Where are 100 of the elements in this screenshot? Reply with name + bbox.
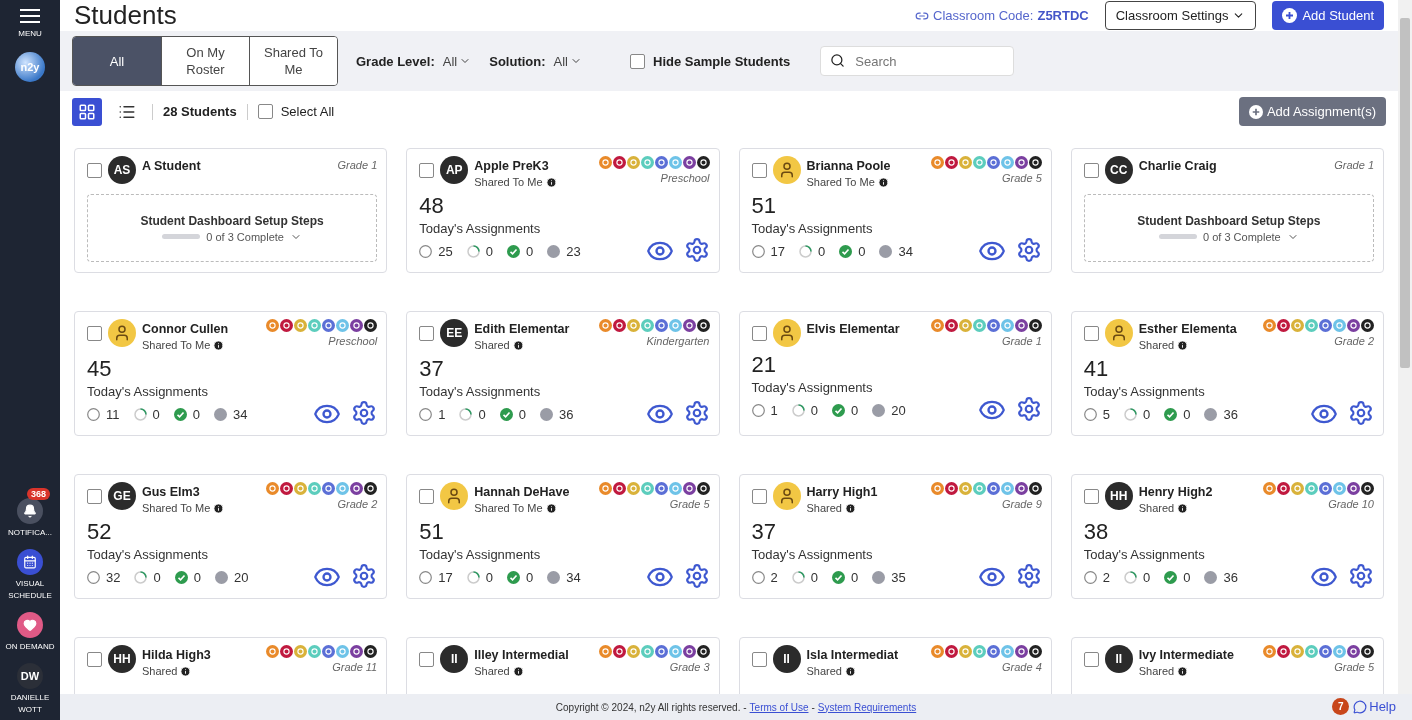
filter-tab[interactable]: Shared To Me <box>249 37 337 85</box>
subject-icon <box>1305 482 1318 495</box>
checkbox[interactable] <box>1083 326 1099 341</box>
student-name[interactable]: Hannah DeHave <box>474 485 593 500</box>
checkbox[interactable] <box>419 489 435 504</box>
subject-icon <box>696 645 710 658</box>
student-name[interactable]: Ivy Intermediate <box>1138 648 1257 663</box>
subject-icon <box>1291 482 1304 495</box>
filter-tab[interactable]: All <box>73 37 161 85</box>
student-name[interactable]: Elvis Elementar <box>806 322 925 337</box>
student-name[interactable]: Brianna Poole <box>806 159 925 174</box>
checkbox[interactable] <box>257 104 273 119</box>
check-circle-icon <box>506 570 520 584</box>
subject-icon <box>266 482 280 495</box>
notifications-icon[interactable] <box>17 498 43 524</box>
subject-icon <box>1028 482 1042 495</box>
subject-icon <box>930 156 944 169</box>
checkbox[interactable] <box>419 326 435 341</box>
checkbox[interactable] <box>751 489 767 504</box>
filter-dropdown[interactable]: All <box>442 53 472 69</box>
checkbox[interactable] <box>87 652 102 667</box>
sidebar-label[interactable]: NOTIFICA... <box>2 527 58 539</box>
info-icon[interactable] <box>1177 665 1189 677</box>
menu-label[interactable]: MENU <box>2 28 58 40</box>
sidebar-label[interactable]: DANIELLE WOTT <box>2 692 58 716</box>
grade-label: Grade 2 <box>1334 335 1374 347</box>
checkbox[interactable] <box>419 652 435 667</box>
checkbox[interactable] <box>630 53 645 69</box>
partial-circle-icon <box>133 407 147 421</box>
student-name[interactable]: Charlie Craig <box>1138 159 1329 174</box>
scrollbar[interactable] <box>1398 0 1412 694</box>
student-name[interactable]: Gus Elm3 <box>142 485 261 500</box>
info-icon[interactable] <box>545 176 557 188</box>
page-title: Students <box>74 0 178 31</box>
subject-icon <box>1319 645 1332 658</box>
filter-dropdown[interactable]: All <box>553 53 582 69</box>
terms-link[interactable]: Terms of Use <box>749 701 809 713</box>
empty-circle-icon <box>751 570 765 584</box>
checkbox-label[interactable]: Hide Sample Students <box>653 53 791 69</box>
checkbox[interactable] <box>419 163 435 178</box>
user-avatar[interactable]: DW <box>17 663 43 689</box>
sidebar-label[interactable]: VISUAL SCHEDULE <box>2 578 58 602</box>
empty-circle-icon <box>1083 570 1097 584</box>
info-icon[interactable] <box>845 665 856 677</box>
checkbox-label[interactable]: Select All <box>280 104 335 119</box>
help-link[interactable]: Help <box>1353 699 1396 714</box>
checkbox[interactable] <box>1083 489 1099 504</box>
empty-circle-icon <box>419 570 433 584</box>
checkbox[interactable] <box>87 489 102 504</box>
checkbox[interactable] <box>751 652 767 667</box>
checkbox[interactable] <box>751 326 767 341</box>
sidebar-label[interactable]: ON DEMAND <box>2 641 58 653</box>
subject-icon <box>1028 645 1042 658</box>
search-field[interactable]: Search <box>820 46 1015 76</box>
grid-view-button[interactable] <box>72 97 102 126</box>
student-name[interactable]: Apple PreK3 <box>474 159 593 174</box>
student-name[interactable]: Hilda High3 <box>142 648 261 663</box>
filter-tab[interactable]: On My Roster <box>161 37 249 85</box>
classroom-code[interactable]: Classroom Code: Z5RTDC <box>915 8 1089 23</box>
info-icon[interactable] <box>512 339 524 351</box>
student-name[interactable]: Illey Intermedial <box>474 648 593 663</box>
grade-label: Grade 5 <box>1334 661 1374 673</box>
subject-icon <box>682 319 696 332</box>
info-icon[interactable] <box>1177 502 1189 514</box>
student-name[interactable]: Henry High2 <box>1138 485 1257 500</box>
subject-icon <box>640 645 654 658</box>
student-name[interactable]: Edith Elementar <box>474 322 593 337</box>
add-student-button[interactable]: Add Student <box>1272 1 1384 30</box>
classroom-settings-button[interactable]: Classroom Settings <box>1104 1 1257 30</box>
filled-circle-icon <box>547 244 561 258</box>
calendar-icon[interactable] <box>17 549 43 575</box>
subject-icon <box>958 319 972 332</box>
menu-icon[interactable] <box>20 8 40 24</box>
partial-circle-icon <box>459 407 473 421</box>
info-icon[interactable] <box>512 665 524 677</box>
info-icon[interactable] <box>180 665 192 677</box>
grid-icon <box>78 102 96 121</box>
empty-circle-icon <box>419 407 433 421</box>
student-name[interactable]: Connor Cullen <box>142 322 261 337</box>
student-name[interactable]: Esther Elementa <box>1138 322 1257 337</box>
info-icon[interactable] <box>845 502 856 514</box>
info-icon[interactable] <box>545 502 557 514</box>
subject-icon <box>280 319 294 332</box>
checkbox[interactable] <box>1083 163 1099 178</box>
subject-icon <box>944 156 958 169</box>
student-name[interactable]: Isla Intermediat <box>806 648 925 663</box>
system-requirements-link[interactable]: System Requirements <box>817 701 917 713</box>
info-icon[interactable] <box>213 502 225 514</box>
checkbox[interactable] <box>87 163 102 178</box>
checkbox[interactable] <box>1083 652 1099 667</box>
checkbox[interactable] <box>87 326 102 341</box>
grade-label: Grade 2 <box>337 498 378 510</box>
student-name[interactable]: Harry High1 <box>806 485 925 500</box>
student-name[interactable]: A Student <box>142 159 332 174</box>
checkbox[interactable] <box>751 163 767 178</box>
info-icon[interactable] <box>213 339 225 351</box>
add-assignments-button[interactable]: Add Assignment(s) <box>1238 97 1386 126</box>
shared-label: Shared To Me <box>142 502 261 514</box>
info-icon[interactable] <box>1177 339 1189 351</box>
info-icon[interactable] <box>877 176 889 188</box>
